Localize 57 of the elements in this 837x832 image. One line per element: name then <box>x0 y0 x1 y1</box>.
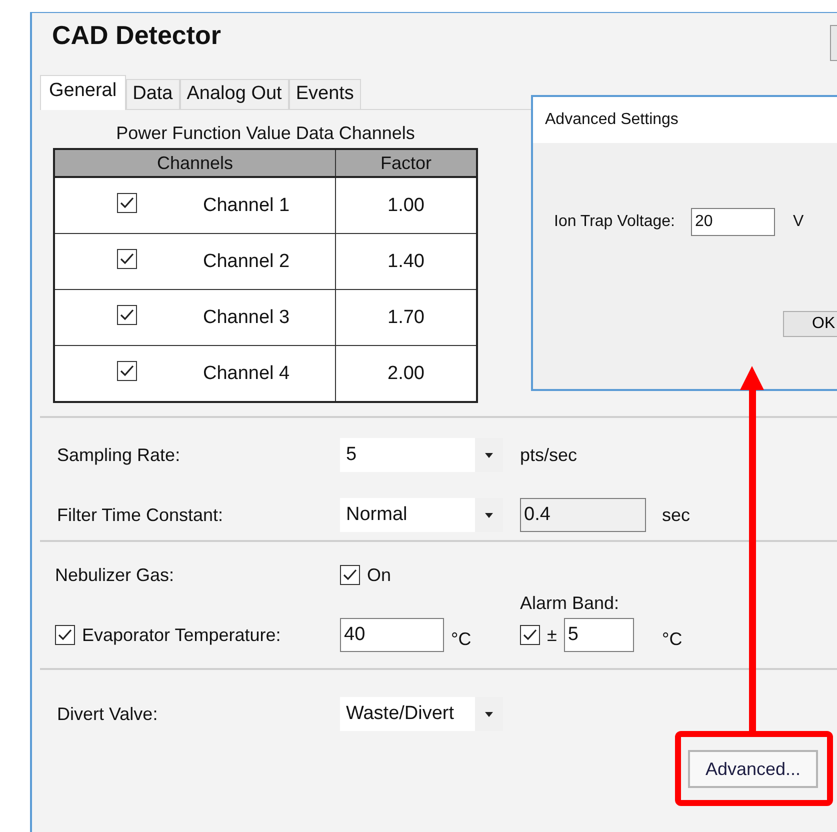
voltage-field[interactable]: 20 <box>690 208 775 236</box>
factor-cell[interactable]: 1.40 <box>336 234 477 290</box>
unit-label: sec <box>662 504 692 526</box>
dropdown-arrow-icon <box>485 512 493 518</box>
checkmark-icon <box>119 196 135 210</box>
tab[interactable]: General <box>40 75 126 110</box>
checkbox[interactable] <box>117 192 137 212</box>
dropdown-arrow-icon <box>485 452 493 458</box>
tab[interactable]: Analog Out <box>180 79 289 109</box>
checkmark-icon <box>119 364 135 378</box>
advanced-button[interactable]: Advanced... <box>688 750 818 788</box>
checkmark-icon <box>57 628 73 642</box>
checkbox[interactable] <box>117 248 137 268</box>
channel-name: Channel 3 <box>203 306 290 328</box>
unit-label: °C <box>451 628 472 650</box>
field-label: Filter Time Constant: <box>57 504 224 526</box>
window-title: CAD Detector <box>52 20 222 51</box>
checkmark-icon <box>119 308 135 322</box>
checkmark-icon <box>342 568 358 582</box>
factor-cell[interactable]: 1.70 <box>336 290 477 346</box>
field-label: Nebulizer Gas: <box>55 564 176 586</box>
channel-name: Channel 2 <box>203 250 290 272</box>
temperature-field[interactable]: 40 <box>340 618 444 652</box>
checkbox-label: On <box>367 564 392 586</box>
checkbox[interactable] <box>55 625 75 645</box>
tab[interactable]: Data <box>126 79 180 109</box>
readout-field[interactable]: 0.4 <box>520 498 646 532</box>
unit-label: V <box>792 213 804 231</box>
tab[interactable]: Events <box>288 79 361 109</box>
checkbox[interactable] <box>340 565 360 585</box>
dialog-title: Advanced Settings <box>533 97 837 143</box>
alarm-band-field[interactable]: 5 <box>564 618 634 652</box>
channel-name: Channel 4 <box>203 362 290 384</box>
sampling-rate-dropdown[interactable]: 5 <box>340 438 503 472</box>
ok-button[interactable]: OK <box>783 311 837 337</box>
unit-label: pts/sec <box>520 444 578 466</box>
divert-valve-dropdown[interactable]: Waste/Divert <box>340 697 503 731</box>
checkmark-icon <box>522 628 538 642</box>
unit-label: °C <box>662 628 684 650</box>
field-label: Alarm Band: <box>520 592 620 614</box>
column-header: Channels <box>54 149 336 177</box>
checkbox[interactable] <box>117 304 137 324</box>
field-label: Ion Trap Voltage: <box>554 213 675 231</box>
checkbox[interactable] <box>117 360 137 380</box>
factor-cell[interactable]: 1.00 <box>336 177 477 234</box>
table-caption: Power Function Value Data Channels <box>115 123 416 144</box>
checkmark-icon <box>119 252 135 266</box>
field-label: Sampling Rate: <box>57 444 182 466</box>
plus-minus-label: ± <box>547 624 557 646</box>
dropdown-arrow-icon <box>485 712 493 716</box>
checkbox[interactable] <box>520 625 540 645</box>
factor-cell[interactable]: 2.00 <box>336 346 477 402</box>
channel-name: Channel 1 <box>203 194 290 216</box>
checkbox-label: Evaporator Temperature: <box>82 624 281 646</box>
column-header: Factor <box>336 149 477 177</box>
filter-dropdown[interactable]: Normal <box>340 498 503 532</box>
field-label: Divert Valve: <box>57 704 159 724</box>
